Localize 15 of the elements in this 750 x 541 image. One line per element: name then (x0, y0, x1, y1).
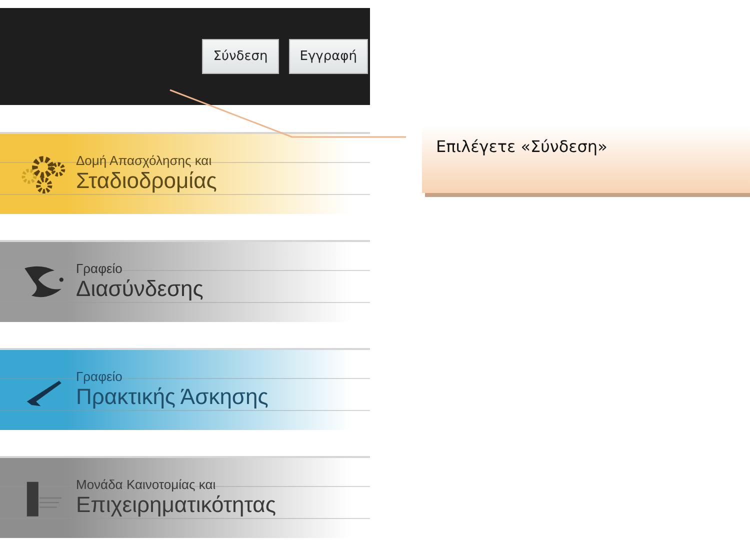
banner-subtitle: Γραφείο (76, 261, 124, 276)
callout-text: Επιλέγετε «Σύνδεση» (436, 137, 608, 156)
banner[interactable]: Δομή Απασχόλησης και Σταδιοδρομίας (0, 132, 370, 214)
banner-title: Επιχειρηματικότητας (76, 492, 276, 519)
banner-subtitle: Γραφείο (76, 369, 124, 384)
header-button[interactable]: Σύνδεση (202, 39, 279, 74)
banner-title: Πρακτικής Άσκησης (76, 384, 268, 411)
banner-title: Διασύνδεσης (76, 276, 204, 303)
header-button[interactable]: Εγγραφή (288, 39, 368, 74)
banner-title: Σταδιοδρομίας (76, 168, 217, 195)
banner-subtitle: Μονάδα Καινοτομίας και (76, 477, 217, 492)
banner-subtitle: Δομή Απασχόλησης και (76, 153, 213, 168)
banner[interactable]: Μονάδα Καινοτομίας και Επιχειρηματικότητας (0, 456, 370, 538)
banner[interactable]: Γραφείο Πρακτικής Άσκησης (0, 348, 370, 430)
banner[interactable]: Γραφείο Διασύνδεσης (0, 240, 370, 322)
